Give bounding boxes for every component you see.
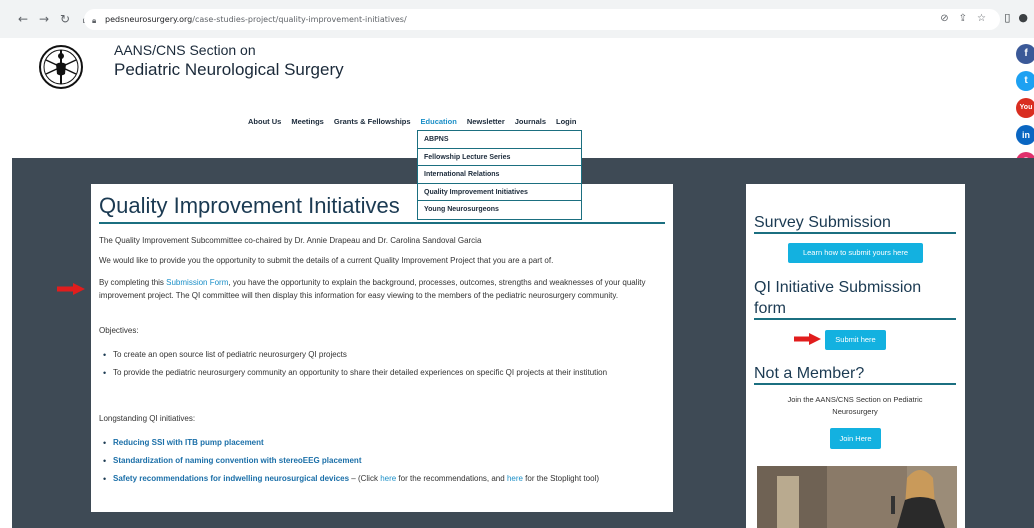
sidebar-icon[interactable]: ▯	[1004, 11, 1010, 24]
back-icon[interactable]: ←	[14, 10, 32, 28]
list-item: To provide the pediatric neurosurgery co…	[103, 368, 663, 378]
sidebar: Survey Submission Learn how to submit yo…	[746, 184, 965, 528]
browser-window: ← → ↻ ⌂ 🔒︎ pedsneurosurgery.org/case-stu…	[0, 0, 1034, 528]
profile-icon[interactable]: ●	[1018, 11, 1028, 24]
nav-newsletter[interactable]: Newsletter	[467, 117, 505, 126]
nav-meetings[interactable]: Meetings	[291, 117, 324, 126]
dropdown-item-international-relations[interactable]: International Relations	[418, 166, 581, 184]
submission-text-before: By completing this	[99, 278, 167, 287]
submission-paragraph: By completing this Submission Form, you …	[99, 276, 665, 302]
facebook-icon[interactable]: f	[1016, 44, 1034, 64]
nav-education[interactable]: Education	[421, 117, 457, 126]
society-logo[interactable]	[38, 44, 84, 90]
eye-off-icon[interactable]: ⊘	[940, 13, 948, 24]
member-divider	[754, 383, 956, 385]
browser-toolbar: ← → ↻ ⌂ 🔒︎ pedsneurosurgery.org/case-stu…	[0, 0, 1034, 38]
list-item: To create an open source list of pediatr…	[103, 350, 663, 360]
dropdown-item-fellowship-lecture-series[interactable]: Fellowship Lecture Series	[418, 149, 581, 166]
initiative-link[interactable]: Reducing SSI with ITB pump placement	[113, 438, 264, 447]
survey-divider	[754, 232, 956, 234]
nav-journals[interactable]: Journals	[515, 117, 546, 126]
page-title: Quality Improvement Initiatives	[99, 193, 400, 218]
share-icon[interactable]: ⇪	[959, 13, 967, 24]
red-arrow-icon	[57, 283, 85, 295]
lock-icon[interactable]: 🔒︎	[92, 16, 99, 25]
opportunity-paragraph: We would like to provide you the opportu…	[99, 256, 554, 265]
forward-icon[interactable]: →	[35, 10, 53, 28]
join-here-button[interactable]: Join Here	[830, 428, 881, 449]
qi-submission-title-line2: form	[754, 300, 786, 317]
dropdown-item-abpns[interactable]: ABPNS	[418, 131, 581, 149]
star-icon[interactable]: ☆	[977, 13, 986, 24]
title-divider	[99, 222, 665, 224]
join-text: Join the AANS/CNS Section on Pediatric N…	[787, 395, 923, 416]
learn-submit-button[interactable]: Learn how to submit yours here	[788, 243, 923, 263]
objectives-label: Objectives:	[99, 326, 139, 335]
initiative-note: for the recommendations, and	[396, 474, 507, 483]
red-arrow-icon	[794, 333, 821, 345]
twitter-icon[interactable]: t	[1016, 71, 1034, 91]
speaker-photo	[757, 466, 957, 528]
list-item: Reducing SSI with ITB pump placement	[103, 438, 663, 448]
qi-submission-title-line1: QI Initiative Submission	[754, 279, 922, 296]
qi-divider	[754, 318, 956, 320]
url-path: /case-studies-project/quality-improvemen…	[192, 15, 407, 24]
address-bar[interactable]: 🔒︎ pedsneurosurgery.org/case-studies-pro…	[84, 9, 1000, 30]
not-member-title: Not a Member?	[754, 365, 865, 382]
reload-icon[interactable]: ↻	[56, 10, 74, 28]
initiative-note: – (Click	[349, 474, 381, 483]
youtube-icon[interactable]: You	[1016, 98, 1034, 118]
survey-title: Survey Submission	[754, 214, 891, 231]
submit-here-button[interactable]: Submit here	[825, 330, 886, 350]
linkedin-icon[interactable]: in	[1016, 125, 1034, 145]
initiatives-list: Reducing SSI with ITB pump placement Sta…	[103, 438, 663, 484]
intro-paragraph: The Quality Improvement Subcommittee co-…	[99, 236, 482, 245]
list-item: Safety recommendations for indwelling ne…	[103, 474, 663, 484]
nav-about-us[interactable]: About Us	[248, 117, 281, 126]
dropdown-item-young-neurosurgeons[interactable]: Young Neurosurgeons	[418, 201, 581, 219]
initiative-note: for the Stoplight tool)	[522, 474, 599, 483]
submission-form-link[interactable]: Submission Form	[166, 278, 228, 287]
initiative-link[interactable]: Standardization of naming convention wit…	[113, 456, 361, 465]
org-name-line1: AANS/CNS Section on	[114, 42, 256, 58]
nav-grants-fellowships[interactable]: Grants & Fellowships	[334, 117, 411, 126]
dropdown-item-quality-improvement[interactable]: Quality Improvement Initiatives	[418, 184, 581, 201]
url-host: pedsneurosurgery.org	[105, 15, 193, 24]
nav-login[interactable]: Login	[556, 117, 576, 126]
org-name-line2: Pediatric Neurological Surgery	[114, 60, 344, 79]
initiative-link[interactable]: Safety recommendations for indwelling ne…	[113, 474, 349, 483]
education-dropdown: ABPNS Fellowship Lecture Series Internat…	[417, 130, 582, 220]
list-item: Standardization of naming convention wit…	[103, 456, 663, 466]
main-nav: About Us Meetings Grants & Fellowships E…	[248, 117, 576, 126]
longstanding-label: Longstanding QI initiatives:	[99, 414, 196, 423]
main-content-card: Quality Improvement Initiatives The Qual…	[91, 184, 673, 512]
stoplight-tool-link[interactable]: here	[507, 474, 523, 483]
recommendations-link[interactable]: here	[380, 474, 396, 483]
objectives-list: To create an open source list of pediatr…	[103, 350, 663, 378]
